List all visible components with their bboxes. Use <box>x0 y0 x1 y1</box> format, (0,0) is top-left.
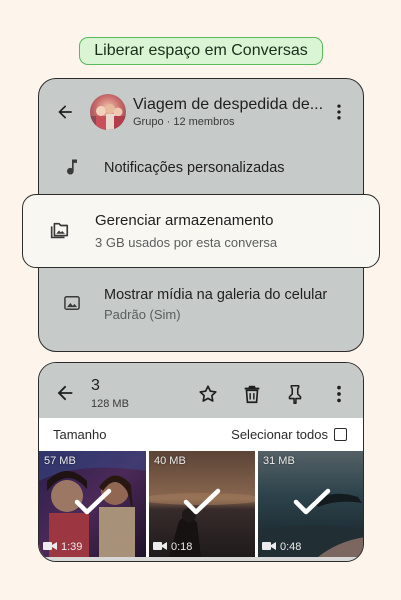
check-icon <box>74 488 111 515</box>
row-title: Notificações personalizadas <box>104 160 285 176</box>
row-title: Gerenciar armazenamento <box>95 212 274 229</box>
more-vert-icon[interactable] <box>328 383 350 405</box>
chat-header: Viagem de despedida de... Grupo · 12 mem… <box>39 79 363 145</box>
row-subtitle: Padrão (Sim) <box>104 307 181 322</box>
banner-label: Liberar espaço em Conversas <box>79 37 323 65</box>
trash-icon[interactable] <box>241 383 263 405</box>
media-size: 57 MB <box>44 455 76 467</box>
back-arrow-icon[interactable] <box>55 102 75 122</box>
next-row-strip <box>39 557 363 561</box>
media-duration: 0:18 <box>171 541 193 553</box>
media-thumbnail[interactable]: 31 MB 0:48 <box>258 451 363 557</box>
check-icon <box>293 488 330 515</box>
media-thumbnail[interactable]: 57 MB 1:39 <box>39 451 146 557</box>
row-subtitle: 3 GB usados por esta conversa <box>95 235 278 250</box>
folder-image-icon <box>50 222 69 239</box>
image-icon <box>64 296 80 310</box>
selected-count: 3 <box>91 377 100 394</box>
media-size: 31 MB <box>263 455 295 467</box>
more-vert-icon[interactable] <box>329 102 349 122</box>
group-avatar[interactable] <box>90 94 126 130</box>
music-note-icon <box>67 159 77 175</box>
media-size: 40 MB <box>154 455 186 467</box>
filter-bar: Tamanho Selecionar todos <box>39 418 363 451</box>
chat-subtitle: Grupo · 12 membros <box>133 116 235 128</box>
selected-size: 128 MB <box>91 398 129 410</box>
pin-icon[interactable] <box>284 383 306 405</box>
selection-toolbar: 3 128 MB <box>39 363 363 418</box>
chat-title: Viagem de despedida de... <box>133 96 324 113</box>
video-camera-icon <box>43 542 57 550</box>
back-arrow-icon[interactable] <box>54 382 76 404</box>
row-manage-storage[interactable]: Gerenciar armazenamento 3 GB usados por … <box>22 194 380 268</box>
media-thumbnail[interactable]: 40 MB 0:18 <box>149 451 255 557</box>
video-camera-icon <box>153 542 167 550</box>
media-duration: 1:39 <box>61 541 83 553</box>
select-all-label[interactable]: Selecionar todos <box>231 427 328 442</box>
select-all-checkbox[interactable] <box>334 428 347 441</box>
sort-size-label[interactable]: Tamanho <box>53 427 106 442</box>
star-icon[interactable] <box>197 383 219 405</box>
check-icon <box>183 488 221 515</box>
media-selection-card: 3 128 MB Tamanho Selecionar todos 57 MB … <box>38 362 364 562</box>
video-camera-icon <box>262 542 276 550</box>
media-duration: 0:48 <box>280 541 302 553</box>
row-title: Mostrar mídia na galeria do celular <box>104 287 328 303</box>
